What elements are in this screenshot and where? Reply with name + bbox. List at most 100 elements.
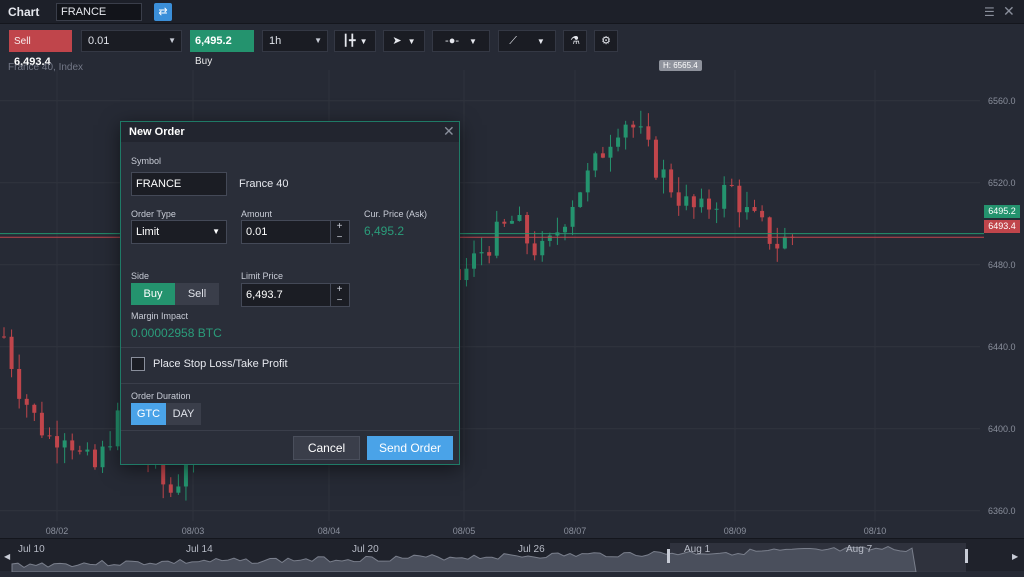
- candle-body: [2, 336, 6, 338]
- stop-loss-label[interactable]: Place Stop Loss/Take Profit: [153, 358, 288, 370]
- candle-body: [737, 185, 742, 213]
- order-type-label: Order Type: [131, 209, 176, 219]
- side-buy-button[interactable]: Buy: [131, 283, 175, 305]
- candle-body: [767, 217, 772, 244]
- navigator-graph: Jul 10 Jul 14 Jul 20 Jul 26 Aug 1 Aug 7 ◀ ▶: [4, 543, 1019, 573]
- hamburger-menu-icon[interactable]: ☰: [984, 5, 995, 19]
- symbol-field[interactable]: FRANCE: [131, 172, 227, 196]
- divider: [121, 430, 459, 431]
- quantity-value: 0.01: [88, 35, 110, 47]
- time-navigator[interactable]: Jul 10 Jul 14 Jul 20 Jul 26 Aug 1 Aug 7 ◀ ▶: [0, 538, 1024, 573]
- candle-body: [479, 252, 484, 254]
- navigator-label: Aug 7: [846, 544, 873, 555]
- margin-impact-label: Margin Impact: [131, 311, 189, 321]
- settings-button[interactable]: ⚙: [594, 30, 618, 52]
- candle-body: [494, 221, 499, 256]
- candle-body: [782, 236, 787, 249]
- buy-price: 6,495.2: [195, 35, 232, 47]
- x-tick-label: 08/10: [864, 526, 887, 536]
- candle-body: [502, 221, 507, 224]
- candle-body: [578, 192, 583, 207]
- cursor-tool-button[interactable]: ➤ ▼: [383, 30, 425, 52]
- candle-body: [661, 169, 666, 178]
- candle-body: [623, 124, 628, 138]
- window-title: Chart: [8, 5, 40, 19]
- window-titlebar: Chart FRANCE ⇄ ☰ ✕: [0, 0, 1024, 24]
- plus-icon[interactable]: +: [331, 284, 348, 295]
- x-tick-label: 08/04: [318, 526, 341, 536]
- y-tick-label: 6480.0: [988, 260, 1016, 270]
- stop-loss-checkbox[interactable]: [131, 357, 145, 371]
- cursor-arrow-icon: ➤: [392, 35, 402, 47]
- divider: [121, 383, 459, 384]
- drawing-tool-button[interactable]: ⟋ ▼: [498, 30, 556, 52]
- close-icon[interactable]: ✕: [1003, 3, 1015, 20]
- candle-body: [487, 252, 492, 256]
- link-icon[interactable]: ⇄: [154, 3, 172, 21]
- candle-body: [39, 412, 44, 436]
- indicators-button[interactable]: ⚗: [563, 30, 587, 52]
- candle-body: [631, 124, 636, 128]
- sell-label: Sell: [14, 36, 31, 47]
- minus-icon[interactable]: −: [331, 295, 348, 306]
- chevron-down-icon: ▼: [212, 227, 220, 236]
- candle-body: [62, 440, 67, 448]
- side-sell-button[interactable]: Sell: [175, 283, 219, 305]
- quantity-select[interactable]: 0.01 ▼: [81, 30, 182, 52]
- timezone-button[interactable]: -●- ▼: [432, 30, 490, 52]
- close-icon[interactable]: ✕: [443, 123, 455, 140]
- duration-day-button[interactable]: DAY: [166, 403, 201, 425]
- candle-body: [616, 137, 621, 147]
- flask-icon: ⚗: [570, 35, 580, 47]
- symbol-label: Symbol: [131, 156, 162, 166]
- symbol-name: France 40: [239, 178, 289, 190]
- candle-body: [707, 198, 712, 210]
- cancel-button[interactable]: Cancel: [293, 436, 360, 460]
- order-type-select[interactable]: Limit ▼: [131, 220, 227, 244]
- candle-body: [653, 139, 658, 178]
- navigator-handle-left: [667, 549, 670, 563]
- candle-body: [47, 435, 52, 437]
- limit-price-stepper[interactable]: + −: [330, 284, 348, 307]
- cur-price-label: Cur. Price (Ask): [364, 209, 428, 219]
- amount-stepper[interactable]: + −: [330, 221, 348, 244]
- candle-body: [714, 208, 719, 210]
- order-duration-label: Order Duration: [131, 391, 191, 401]
- plus-icon[interactable]: +: [331, 221, 348, 232]
- candle-body: [17, 368, 22, 399]
- buy-button[interactable]: 6,495.2 Buy: [190, 30, 254, 67]
- limit-price-value: 6,493.7: [246, 289, 283, 301]
- candle-body: [646, 126, 651, 140]
- symbol-search-input[interactable]: FRANCE: [56, 3, 142, 21]
- gear-icon: ⚙: [601, 35, 611, 47]
- side-label: Side: [131, 271, 150, 281]
- candle-body: [540, 240, 545, 256]
- chart-type-button[interactable]: ┃╋ ▼: [334, 30, 376, 52]
- timeframe-select[interactable]: 1h ▼: [262, 30, 328, 52]
- x-tick-label: 08/09: [724, 526, 747, 536]
- candle-body: [722, 184, 727, 209]
- candle-body: [676, 192, 681, 206]
- candle-body: [669, 169, 674, 193]
- ask-price-tag: 6495.2: [984, 205, 1020, 218]
- clock-icon: -●-: [445, 35, 460, 47]
- navigator-label: Jul 14: [186, 544, 213, 555]
- candle-body: [32, 404, 37, 413]
- y-tick-label: 6400.0: [988, 424, 1016, 434]
- candle-body: [752, 207, 757, 211]
- send-order-button[interactable]: Send Order: [367, 436, 453, 460]
- candle-body: [585, 170, 590, 193]
- dialog-title: New Order: [129, 126, 185, 138]
- duration-gtc-button[interactable]: GTC: [131, 403, 166, 425]
- candle-body: [85, 449, 90, 452]
- divider: [121, 347, 459, 348]
- sell-button[interactable]: Sell 6,493.4: [9, 30, 72, 68]
- order-type-value: Limit: [136, 226, 160, 238]
- candle-body: [100, 446, 105, 468]
- candle-body: [699, 198, 704, 208]
- scroll-left-icon: ◀: [4, 552, 11, 561]
- minus-icon[interactable]: −: [331, 232, 348, 243]
- x-tick-label: 08/05: [453, 526, 476, 536]
- candle-body: [77, 450, 82, 452]
- candle-body: [108, 446, 113, 448]
